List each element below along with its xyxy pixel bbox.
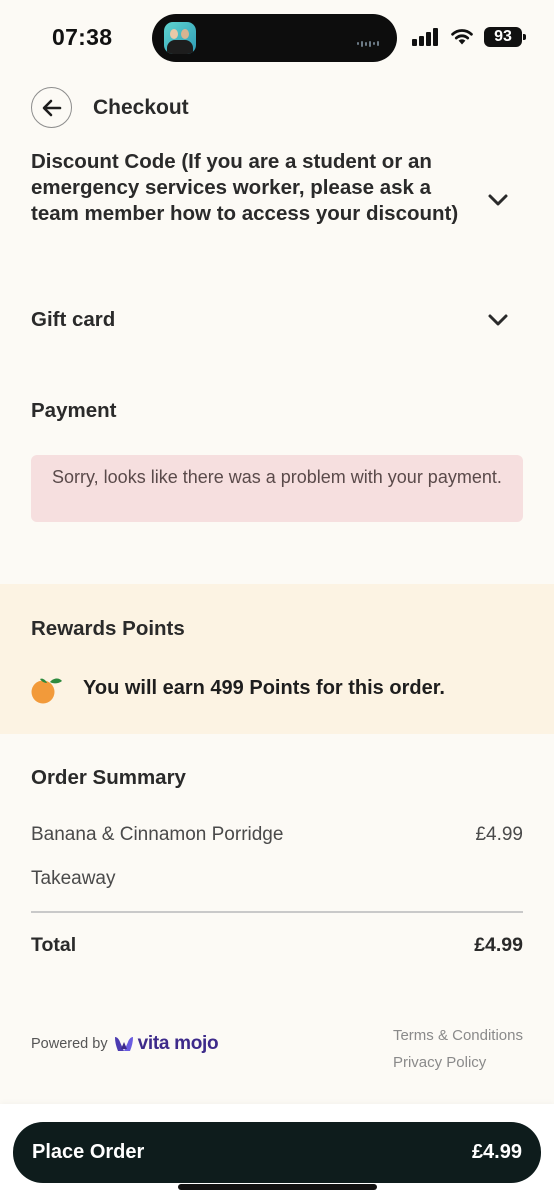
chevron-down-icon: [488, 314, 508, 326]
line-item-name: Takeaway: [31, 868, 116, 889]
page-title: Checkout: [93, 96, 189, 119]
footer-links: Terms & Conditions Privacy Policy: [393, 1022, 523, 1076]
rewards-points-message: You will earn 499 Points for this order.: [83, 677, 445, 699]
payment-error-message: Sorry, looks like there was a problem wi…: [31, 455, 523, 522]
summary-divider: [31, 911, 523, 913]
powered-by: Powered by vita mojo: [31, 1033, 219, 1055]
powered-by-text: Powered by: [31, 1036, 108, 1052]
order-line-item: Banana & Cinnamon Porridge £4.99: [31, 824, 523, 846]
now-playing-avatar-icon: [164, 22, 196, 54]
order-line-item: Takeaway: [31, 868, 523, 890]
status-bar: 07:38 93: [0, 0, 554, 76]
vita-mojo-logo-icon: [114, 1037, 133, 1051]
signal-icon: [412, 28, 440, 46]
dynamic-island[interactable]: [152, 14, 397, 62]
status-time: 07:38: [52, 24, 113, 50]
total-value: £4.99: [474, 934, 523, 956]
orange-icon: [31, 678, 62, 704]
terms-link[interactable]: Terms & Conditions: [393, 1022, 523, 1049]
place-order-button[interactable]: Place Order £4.99: [13, 1122, 541, 1183]
home-indicator[interactable]: [178, 1184, 377, 1190]
payment-heading: Payment: [31, 399, 117, 422]
battery-icon: 93: [484, 27, 526, 47]
discount-code-label: Discount Code (If you are a student or a…: [31, 150, 459, 225]
total-label: Total: [31, 934, 77, 956]
gift-card-accordion[interactable]: Gift card: [31, 307, 523, 333]
audio-waveform-icon: [357, 35, 385, 47]
place-order-price: £4.99: [471, 1141, 522, 1163]
chevron-down-icon: [488, 194, 508, 206]
arrow-left-icon: [42, 99, 61, 116]
place-order-label: Place Order: [32, 1141, 145, 1163]
wifi-icon: [451, 29, 473, 45]
privacy-link[interactable]: Privacy Policy: [393, 1049, 523, 1076]
line-item-price: £4.99: [475, 824, 523, 845]
rewards-section: Rewards Points You will earn 499 Points …: [0, 584, 554, 734]
back-button[interactable]: [31, 87, 72, 128]
discount-code-accordion[interactable]: Discount Code (If you are a student or a…: [31, 149, 523, 227]
rewards-heading: Rewards Points: [31, 617, 185, 640]
line-item-name: Banana & Cinnamon Porridge: [31, 824, 284, 845]
gift-card-label: Gift card: [31, 308, 116, 331]
order-summary-heading: Order Summary: [31, 766, 186, 789]
vita-mojo-brand: vita mojo: [137, 1033, 219, 1054]
total-row: Total £4.99: [31, 934, 523, 957]
